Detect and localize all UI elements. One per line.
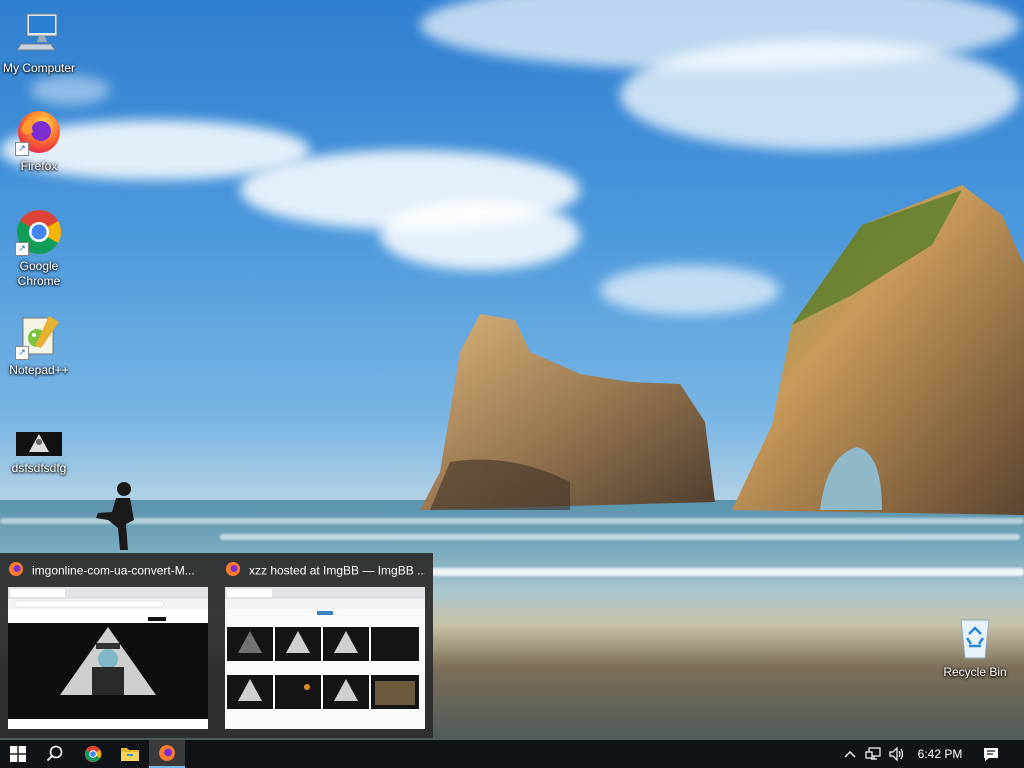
search-button[interactable]	[37, 740, 73, 768]
file-explorer-icon	[121, 748, 139, 761]
cloud	[620, 40, 1020, 150]
chrome-icon	[84, 745, 102, 763]
preview-thumbnail	[225, 587, 425, 729]
taskbar-chrome[interactable]	[75, 740, 111, 768]
preview-window-1[interactable]: imgonline-com-ua-convert-M...	[0, 553, 212, 738]
taskbar-file-explorer[interactable]	[112, 740, 148, 768]
taskbar-firefox[interactable]	[149, 740, 185, 768]
desktop-icon-label: Recycle Bin	[943, 665, 1007, 679]
image-file-icon	[15, 424, 63, 458]
desktop-icon-label: Notepad++	[9, 363, 69, 377]
volume-icon	[889, 747, 904, 761]
preview-title: imgonline-com-ua-convert-M...	[32, 563, 195, 578]
computer-icon	[15, 10, 63, 58]
desktop-icon-notepadpp[interactable]: ↗ Notepad++	[1, 312, 77, 378]
action-center-button[interactable]	[978, 740, 1004, 768]
preview-thumbnail	[8, 587, 208, 729]
desktop-icon-image-file[interactable]: dsfsdfsdfg	[1, 424, 77, 476]
shortcut-arrow-icon: ↗	[15, 142, 29, 156]
firefox-icon	[159, 745, 175, 761]
chevron-up-icon	[844, 751, 856, 758]
notification-icon	[984, 747, 998, 761]
firefox-icon: ↗	[15, 108, 63, 156]
taskbar: 6:42 PM	[0, 740, 1024, 768]
notepadpp-icon: ↗	[15, 312, 63, 360]
desktop-icon-label: Google Chrome	[17, 259, 61, 288]
rock-arch	[732, 185, 1024, 515]
desktop-icon-label: Firefox	[20, 159, 58, 173]
desktop-icon-my-computer[interactable]: My Computer	[1, 10, 77, 76]
cloud	[30, 75, 110, 105]
show-hidden-icons-button[interactable]	[840, 740, 860, 768]
volume-button[interactable]	[886, 740, 908, 768]
start-button[interactable]	[0, 740, 36, 768]
desktop-icon-label: My Computer	[2, 61, 76, 75]
network-icon	[865, 747, 881, 760]
network-button[interactable]	[862, 740, 884, 768]
firefox-icon	[225, 561, 241, 579]
desktop-icon-firefox[interactable]: ↗ Firefox	[1, 108, 77, 174]
firefox-icon	[8, 561, 24, 579]
desktop-icon-label: dsfsdfsdfg	[11, 461, 67, 475]
windows-logo-icon	[10, 746, 26, 762]
chrome-icon: ↗	[15, 208, 63, 256]
preview-title-bar: xzz hosted at ImgBB — ImgBB ...	[225, 561, 425, 579]
cloud	[380, 200, 580, 270]
clock[interactable]: 6:42 PM	[910, 740, 970, 768]
recycle-bin-icon	[951, 614, 999, 662]
shortcut-arrow-icon: ↗	[15, 242, 29, 256]
search-icon	[46, 745, 63, 762]
runner-silhouette	[96, 482, 134, 550]
shortcut-arrow-icon: ↗	[15, 346, 29, 360]
desktop-icon-recycle-bin[interactable]: Recycle Bin	[937, 614, 1013, 680]
wave	[0, 518, 1024, 524]
preview-window-2[interactable]: xzz hosted at ImgBB — ImgBB ...	[217, 553, 429, 738]
rock-formation	[420, 314, 715, 510]
wave	[220, 534, 1020, 540]
preview-title-bar: imgonline-com-ua-convert-M...	[8, 561, 208, 579]
desktop-icon-google-chrome[interactable]: ↗ Google Chrome	[1, 208, 77, 289]
preview-title: xzz hosted at ImgBB — ImgBB ...	[249, 563, 425, 578]
wave	[430, 568, 1024, 576]
taskbar-window-preview: imgonline-com-ua-convert-M... xzz hosted…	[0, 553, 433, 738]
